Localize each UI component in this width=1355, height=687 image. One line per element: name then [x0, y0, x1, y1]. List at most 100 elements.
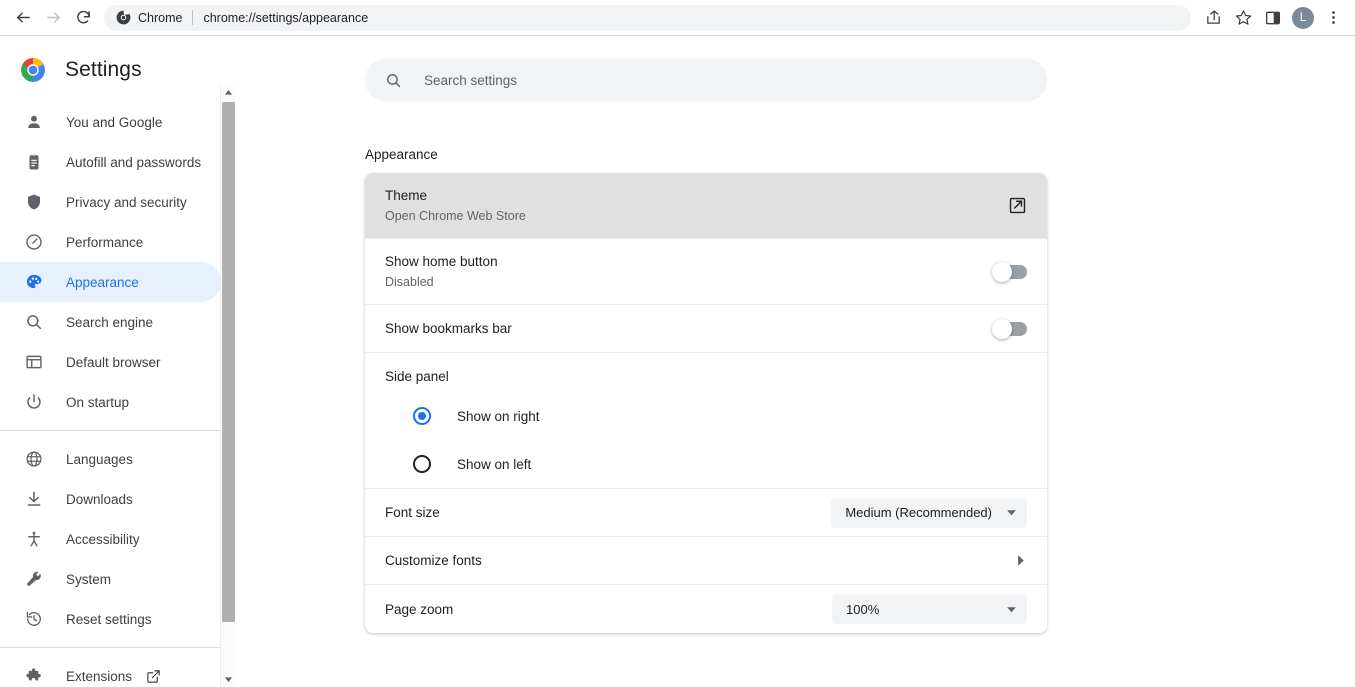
download-icon — [24, 489, 44, 509]
speedometer-icon — [24, 232, 44, 252]
sidebar-item-on-startup[interactable]: On startup — [0, 382, 221, 422]
wrench-icon — [24, 569, 44, 589]
font-size-dropdown[interactable]: Medium (Recommended) — [831, 497, 1027, 528]
show-bookmarks-bar-title: Show bookmarks bar — [385, 321, 512, 336]
sidebar-item-label: Reset settings — [66, 611, 152, 627]
radio-button-unselected[interactable] — [413, 455, 431, 473]
back-button[interactable] — [8, 3, 38, 33]
font-size-row: Font size Medium (Recommended) — [365, 489, 1047, 537]
side-panel-option-show-on-left[interactable]: Show on left — [385, 440, 1027, 488]
customize-fonts-title: Customize fonts — [385, 553, 482, 568]
toggle-knob — [992, 318, 1012, 339]
forward-button[interactable] — [38, 3, 68, 33]
sidebar-item-label: System — [66, 571, 112, 587]
show-home-button-status: Disabled — [385, 275, 434, 289]
sidebar-item-label: Extensions — [66, 668, 133, 684]
side-panel-option-show-on-right[interactable]: Show on right — [385, 392, 1027, 440]
page-title: Settings — [65, 58, 142, 81]
search-settings-container — [235, 36, 1355, 102]
scrollbar-thumb[interactable] — [221, 102, 235, 622]
show-bookmarks-bar-toggle[interactable] — [992, 318, 1027, 339]
page-zoom-value: 100% — [846, 601, 880, 617]
external-link-icon[interactable] — [1008, 196, 1027, 215]
customize-fonts-texts: Customize fonts — [385, 538, 1014, 583]
show-home-button-row[interactable]: Show home button Disabled — [365, 239, 1047, 305]
sidebar-item-label: Default browser — [66, 354, 161, 370]
omnibox-divider — [192, 10, 194, 25]
font-size-value: Medium (Recommended) — [845, 505, 992, 520]
chevron-right-icon — [1014, 554, 1027, 567]
avatar[interactable]: L — [1289, 4, 1317, 32]
sidebar-item-performance[interactable]: Performance — [0, 222, 221, 262]
settings-header: Settings — [0, 46, 235, 94]
sidebar-item-label: Accessibility — [66, 531, 140, 547]
share-icon[interactable] — [1199, 4, 1227, 32]
font-size-title: Font size — [385, 505, 440, 520]
sidebar-item-label: Search engine — [66, 314, 154, 330]
accessibility-icon — [24, 529, 44, 549]
page-zoom-dropdown[interactable]: 100% — [832, 594, 1027, 624]
section-heading: Appearance — [365, 147, 438, 162]
show-home-button-texts: Show home button Disabled — [385, 239, 993, 304]
sidebar-item-default-browser[interactable]: Default browser — [0, 342, 221, 382]
palette-icon — [24, 272, 44, 292]
avatar-initial: L — [1292, 6, 1314, 29]
search-input[interactable] — [424, 72, 1027, 88]
sidebar-item-label: You and Google — [66, 114, 163, 130]
sidebar-item-languages[interactable]: Languages — [0, 439, 221, 479]
omnibox-url-text: chrome://settings/appearance — [203, 10, 369, 25]
sidebar-item-appearance[interactable]: Appearance — [0, 262, 221, 302]
side-panel-icon[interactable] — [1259, 4, 1287, 32]
radio-label: Show on left — [457, 456, 532, 472]
sidebar-item-search-engine[interactable]: Search engine — [0, 302, 221, 342]
show-home-button-toggle[interactable] — [992, 261, 1027, 282]
search-icon — [24, 312, 44, 332]
person-icon — [24, 112, 44, 132]
scroll-down-arrow-icon[interactable] — [221, 672, 236, 687]
sidebar-divider — [0, 647, 235, 648]
reload-button[interactable] — [68, 3, 98, 33]
settings-content: Appearance Theme Open Chrome Web Store S… — [235, 36, 1355, 687]
sidebar-item-label: Languages — [66, 451, 133, 467]
sidebar-item-extensions[interactable]: Extensions — [0, 656, 221, 687]
settings-sidebar: Settings You and Google Autofill and pas… — [0, 36, 235, 687]
external-link-icon[interactable] — [146, 669, 161, 684]
sidebar-item-autofill-and-passwords[interactable]: Autofill and passwords — [0, 142, 221, 182]
theme-title: Theme — [385, 188, 428, 203]
address-bar[interactable]: Chrome chrome://settings/appearance — [104, 4, 1191, 31]
toolbar-icons: L — [1199, 4, 1347, 32]
customize-fonts-row[interactable]: Customize fonts — [365, 537, 1047, 585]
sidebar-item-label: Performance — [66, 234, 144, 250]
sidebar-item-accessibility[interactable]: Accessibility — [0, 519, 221, 559]
scrollbar-track[interactable] — [221, 100, 236, 672]
sidebar-item-privacy-and-security[interactable]: Privacy and security — [0, 182, 221, 222]
sidebar-menu: You and Google Autofill and passwords Pr… — [0, 94, 235, 687]
sidebar-item-downloads[interactable]: Downloads — [0, 479, 221, 519]
history-restore-icon — [24, 609, 44, 629]
clipboard-icon — [24, 152, 44, 172]
scroll-up-arrow-icon[interactable] — [221, 85, 236, 100]
chrome-menu-icon[interactable] — [1319, 4, 1347, 32]
show-home-button-title: Show home button — [385, 254, 498, 269]
page-zoom-title: Page zoom — [385, 601, 454, 617]
sidebar-item-you-and-google[interactable]: You and Google — [0, 102, 221, 142]
sidebar-divider — [0, 430, 235, 431]
appearance-settings-card: Theme Open Chrome Web Store Show home bu… — [365, 173, 1047, 633]
search-settings-box[interactable] — [365, 58, 1047, 102]
theme-row[interactable]: Theme Open Chrome Web Store — [365, 173, 1047, 239]
sidebar-item-label: Privacy and security — [66, 194, 187, 210]
browser-window-icon — [24, 352, 44, 372]
sidebar-item-reset-settings[interactable]: Reset settings — [0, 599, 221, 639]
radio-button-selected[interactable] — [413, 407, 431, 425]
show-bookmarks-bar-row[interactable]: Show bookmarks bar — [365, 305, 1047, 353]
bookmark-star-icon[interactable] — [1229, 4, 1257, 32]
sidebar-item-label: Downloads — [66, 491, 133, 507]
sidebar-item-label: Autofill and passwords — [66, 154, 202, 170]
search-icon — [385, 72, 402, 89]
sidebar-item-system[interactable]: System — [0, 559, 221, 599]
sidebar-item-label: On startup — [66, 394, 130, 410]
font-size-texts: Font size — [385, 490, 831, 535]
sidebar-scrollbar[interactable] — [220, 85, 235, 687]
browser-toolbar: Chrome chrome://settings/appearance L — [0, 0, 1355, 36]
chevron-down-icon — [1006, 507, 1017, 518]
